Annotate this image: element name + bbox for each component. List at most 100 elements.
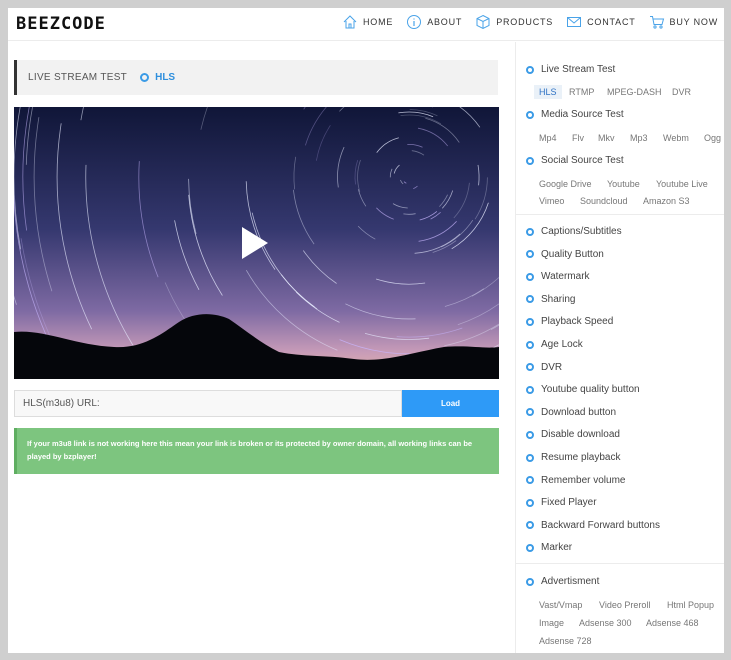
sidebar-feature-youtube-quality-button[interactable]: Youtube quality button xyxy=(526,384,640,395)
sidebar-social-youtube-live[interactable]: Youtube Live xyxy=(656,179,708,189)
sidebar-media-mp4[interactable]: Mp4 xyxy=(539,133,557,143)
bullet-icon xyxy=(526,295,534,304)
sidebar-feature-sharing[interactable]: Sharing xyxy=(526,294,575,305)
nav-about[interactable]: ABOUT xyxy=(406,14,462,30)
sidebar-ad-vast-vmap[interactable]: Vast/Vmap xyxy=(539,600,582,610)
url-input[interactable] xyxy=(14,390,402,417)
sidebar-media-mp3[interactable]: Mp3 xyxy=(630,133,648,143)
sidebar-live-hls[interactable]: HLS xyxy=(534,85,562,99)
brand-logo[interactable]: BEEZCODE xyxy=(16,14,106,34)
video-player[interactable] xyxy=(14,107,499,379)
envelope-icon xyxy=(567,17,582,27)
sidebar-social-source-title: Social Source Test xyxy=(541,155,624,166)
sidebar-ad-adsense-468[interactable]: Adsense 468 xyxy=(646,618,699,628)
nav-buy-now[interactable]: BUY NOW xyxy=(649,14,718,30)
bullet-icon xyxy=(526,498,534,507)
sidebar-feature-quality-button[interactable]: Quality Button xyxy=(526,249,604,260)
notice-text-line-2: played by bzplayer! xyxy=(27,452,97,461)
sidebar-social-soundcloud[interactable]: Soundcloud xyxy=(580,196,628,206)
info-icon xyxy=(407,15,422,29)
sidebar-social-youtube[interactable]: Youtube xyxy=(607,179,640,189)
nav-products[interactable]: PRODUCTS xyxy=(475,14,553,30)
nav-about-label: ABOUT xyxy=(427,17,463,27)
sidebar-feature-label: Backward Forward buttons xyxy=(541,519,660,531)
sidebar-live-stream-test[interactable]: Live Stream Test xyxy=(526,64,615,75)
cart-icon xyxy=(649,16,664,29)
play-button[interactable] xyxy=(242,227,268,259)
sidebar-media-webm[interactable]: Webm xyxy=(663,133,689,143)
sidebar-live-rtmp[interactable]: RTMP xyxy=(569,87,594,97)
nav-contact-label: CONTACT xyxy=(587,17,636,27)
bullet-icon xyxy=(526,65,534,74)
sidebar-feature-label: Youtube quality button xyxy=(541,384,640,396)
bullet-icon xyxy=(526,521,534,530)
nav-products-label: PRODUCTS xyxy=(496,17,554,27)
sidebar-ad-adsense-728[interactable]: Adsense 728 xyxy=(539,636,592,646)
sidebar-feature-disable-download[interactable]: Disable download xyxy=(526,429,620,440)
bullet-icon xyxy=(526,453,534,462)
nav-home[interactable]: HOME xyxy=(342,14,393,30)
sidebar-feature-captions-subtitles[interactable]: Captions/Subtitles xyxy=(526,226,622,237)
bullet-icon xyxy=(526,227,534,236)
notice-text-line-1: If your m3u8 link is not working here th… xyxy=(27,439,473,448)
sidebar-social-google-drive[interactable]: Google Drive xyxy=(539,179,592,189)
sidebar-feature-resume-playback[interactable]: Resume playback xyxy=(526,452,620,463)
sidebar-feature-fixed-player[interactable]: Fixed Player xyxy=(526,497,597,508)
sidebar-advertisment[interactable]: Advertisment xyxy=(526,576,599,587)
sidebar-advertisment-title: Advertisment xyxy=(541,576,600,587)
sidebar-feature-label: Resume playback xyxy=(541,452,621,463)
sidebar-feature-label: Download button xyxy=(541,406,617,418)
sidebar-ad-image[interactable]: Image xyxy=(539,618,564,628)
notice-alert: If your m3u8 link is not working here th… xyxy=(14,428,499,474)
bullet-icon xyxy=(526,577,534,586)
sidebar-feature-backward-forward-buttons[interactable]: Backward Forward buttons xyxy=(526,520,660,531)
active-format-label: HLS xyxy=(155,72,176,83)
sidebar-feature-label: Age Lock xyxy=(541,339,583,350)
sidebar-feature-label: Captions/Subtitles xyxy=(541,226,622,237)
sidebar-feature-label: Quality Button xyxy=(541,248,604,260)
url-form: Load xyxy=(14,390,499,417)
sidebar-divider xyxy=(516,214,724,215)
sidebar-feature-watermark[interactable]: Watermark xyxy=(526,271,590,282)
bullet-icon xyxy=(526,430,534,439)
bullet-icon xyxy=(526,250,534,259)
sidebar-media-source-test[interactable]: Media Source Test xyxy=(526,109,624,120)
header: BEEZCODE HOME ABOUT PRODUCTS CONTACT BUY… xyxy=(8,8,724,41)
sidebar-feature-download-button[interactable]: Download button xyxy=(526,407,616,418)
sidebar-feature-playback-speed[interactable]: Playback Speed xyxy=(526,316,613,327)
sidebar-ad-html-popup[interactable]: Html Popup xyxy=(667,600,714,610)
sidebar-feature-label: Sharing xyxy=(541,293,576,305)
sidebar-feature-remember-volume[interactable]: Remember volume xyxy=(526,475,625,486)
sidebar-live-mpeg-dash[interactable]: MPEG-DASH xyxy=(607,87,662,97)
sidebar-feature-dvr[interactable]: DVR xyxy=(526,362,562,373)
bullet-icon xyxy=(526,408,534,417)
page-frame: BEEZCODE HOME ABOUT PRODUCTS CONTACT BUY… xyxy=(8,8,724,653)
bullet-icon xyxy=(526,317,534,326)
sidebar-media-mkv[interactable]: Mkv xyxy=(598,133,615,143)
sidebar-ad-video-preroll[interactable]: Video Preroll xyxy=(599,600,650,610)
bullet-icon xyxy=(526,110,534,119)
bullet-icon xyxy=(526,385,534,394)
bullet-icon xyxy=(526,156,534,165)
home-icon xyxy=(343,15,357,29)
nav-buy-now-label: BUY NOW xyxy=(669,17,718,27)
bullet-icon xyxy=(526,543,534,552)
nav-contact[interactable]: CONTACT xyxy=(566,14,635,30)
bullet-icon xyxy=(526,272,534,281)
sidebar-media-ogg[interactable]: Ogg xyxy=(704,133,721,143)
sidebar-ad-adsense-300[interactable]: Adsense 300 xyxy=(579,618,632,628)
sidebar-social-source-test[interactable]: Social Source Test xyxy=(526,155,624,166)
sidebar-social-amazon-s3[interactable]: Amazon S3 xyxy=(643,196,690,206)
sidebar-feature-label: Disable download xyxy=(541,429,620,441)
sidebar-media-flv[interactable]: Flv xyxy=(572,133,584,143)
sidebar-feature-label: Watermark xyxy=(541,271,590,283)
load-button[interactable]: Load xyxy=(402,390,499,417)
sidebar-social-vimeo[interactable]: Vimeo xyxy=(539,196,564,206)
format-bullet-icon xyxy=(140,73,150,82)
sidebar-feature-label: DVR xyxy=(541,361,563,373)
sidebar-feature-label: Fixed Player xyxy=(541,497,597,509)
sidebar-feature-age-lock[interactable]: Age Lock xyxy=(526,339,583,350)
sidebar-divider xyxy=(516,563,724,564)
sidebar-feature-marker[interactable]: Marker xyxy=(526,542,572,553)
sidebar-live-dvr[interactable]: DVR xyxy=(672,87,691,97)
